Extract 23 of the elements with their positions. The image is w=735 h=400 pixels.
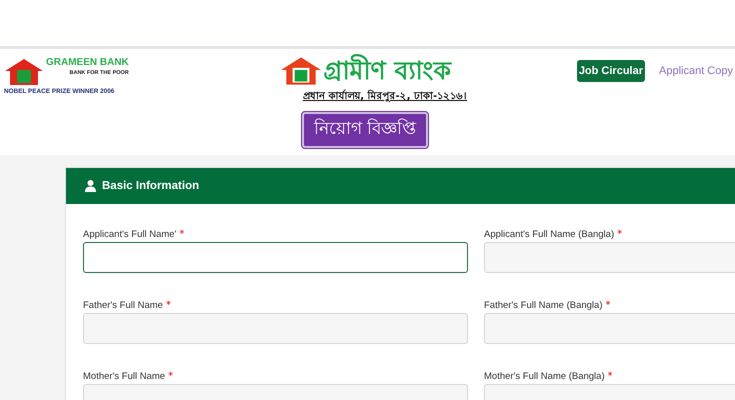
nav-button[interactable]: Job Circular <box>576 60 645 82</box>
field-label: Father's Full Name (Bangla) <box>484 300 602 311</box>
address-text: প্রধান কার্যালয়, মিরপুর-২, ঢাকা-১২১৬। <box>302 88 468 104</box>
field-label: Mother's Full Name (Bangla) <box>484 371 605 382</box>
required-mark: * <box>608 371 613 382</box>
input-field[interactable] <box>83 242 468 273</box>
required-mark: * <box>168 371 174 382</box>
field-label: Applicant's Full Name (Bangla) <box>484 229 614 240</box>
user-icon <box>85 180 96 192</box>
brand-name: GRAMEEN BANK <box>46 57 129 68</box>
field-label: Mother's Full Name <box>83 371 166 382</box>
nav-link[interactable]: Applicant Copy <box>657 61 735 81</box>
bank-name: গ্রামীণ ব্যাংক <box>324 55 450 87</box>
required-mark: * <box>179 229 184 240</box>
notice-banner: নিয়োগ বিজ্ঞপ্তি <box>302 112 428 148</box>
required-mark: * <box>617 229 622 240</box>
required-mark: * <box>166 300 171 311</box>
house-logo-icon <box>4 58 44 86</box>
section-title: Basic Information <box>102 180 200 192</box>
house-logo-icon <box>280 56 322 86</box>
required-mark: * <box>606 300 610 311</box>
field-label: Father's Full Name <box>83 300 163 311</box>
field-label: Applicant's Full Name' <box>83 229 176 240</box>
